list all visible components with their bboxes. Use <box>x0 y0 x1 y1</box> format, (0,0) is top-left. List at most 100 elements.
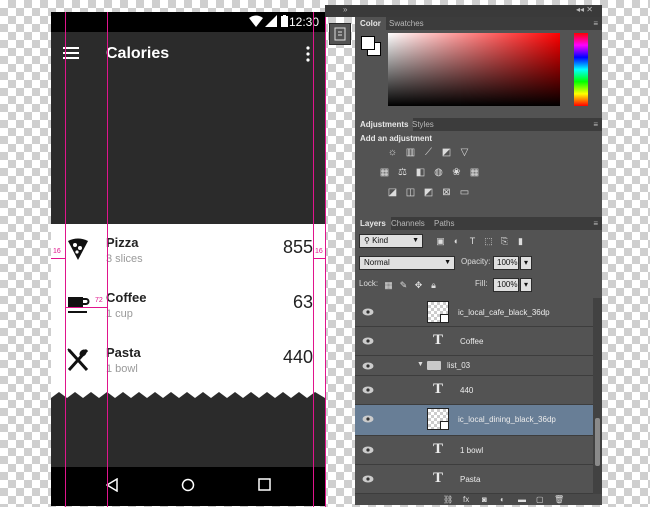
text-layer-icon: T <box>433 332 444 348</box>
eye-icon[interactable] <box>362 446 374 454</box>
list-item[interactable]: Pizza 3 slices 855 <box>51 224 325 279</box>
hue-slider[interactable] <box>574 33 588 106</box>
home-icon[interactable] <box>181 478 195 492</box>
color-lookup-icon[interactable]: ▦ <box>469 167 480 178</box>
battery-icon <box>281 15 288 27</box>
filter-type-icon[interactable]: T <box>467 235 478 247</box>
tab-color[interactable]: Color <box>355 17 386 30</box>
signal-icon <box>265 15 277 27</box>
layer-thumbnail <box>427 301 449 323</box>
curves-icon[interactable]: ⟋ <box>423 147 434 158</box>
lock-all-icon[interactable]: 🔒︎ <box>428 279 439 291</box>
opacity-label: Opacity: <box>461 257 491 266</box>
panel-menu-icon[interactable]: ≡ <box>593 219 598 228</box>
layer-row[interactable]: T Coffee <box>355 327 593 356</box>
color-balance-icon[interactable]: ⚖ <box>397 167 408 178</box>
tab-styles[interactable]: Styles <box>407 118 439 131</box>
layer-row-selected[interactable]: ic_local_dining_black_36dp <box>355 405 593 436</box>
tab-channels[interactable]: Channels <box>386 217 430 230</box>
guide-label: 16 <box>53 248 61 255</box>
layer-name: Pasta <box>460 475 481 484</box>
eye-icon[interactable] <box>362 475 374 483</box>
vibrance-icon[interactable]: ▽ <box>459 147 470 158</box>
panel-stack: Color Swatches ≡ Adjustments Styles ≡ Ad… <box>355 17 602 505</box>
tab-paths[interactable]: Paths <box>429 217 459 230</box>
new-adjustment-icon[interactable]: ◐ <box>500 494 505 505</box>
scrollbar-thumb[interactable] <box>595 418 600 466</box>
layer-name: 440 <box>460 386 474 395</box>
collapse-dock-button[interactable]: » <box>343 5 347 14</box>
photo-filter-icon[interactable]: ◍ <box>433 167 444 178</box>
filter-pixel-icon[interactable]: ▣ <box>435 235 446 247</box>
search-icon: ⚲ <box>364 236 373 245</box>
lock-position-icon[interactable]: ✥ <box>413 279 424 291</box>
filter-toggle-icon[interactable]: ▮ <box>515 235 526 247</box>
layer-row[interactable]: T 440 <box>355 376 593 405</box>
link-layers-icon[interactable]: ⛓ <box>443 494 453 505</box>
layer-row[interactable]: T 1 bowl <box>355 436 593 465</box>
layer-row[interactable]: ic_local_cafe_black_36dp <box>355 298 593 327</box>
folder-icon <box>427 361 441 370</box>
lock-image-icon[interactable]: ✎ <box>398 279 409 291</box>
exposure-icon[interactable]: ◩ <box>441 147 452 158</box>
blend-mode-select[interactable]: Normal ▼ <box>359 256 455 270</box>
chevron-down-icon[interactable]: ▼ <box>417 361 424 368</box>
adjustments-heading: Add an adjustment <box>360 134 433 143</box>
new-group-icon[interactable]: ▬ <box>518 494 526 505</box>
filter-kind-select[interactable]: ⚲ Kind ▼ <box>359 234 423 248</box>
color-picker-field[interactable] <box>388 33 560 106</box>
phone-mockup: 12:30 Calories Pizza 3 slices 855 Coffee… <box>51 12 325 506</box>
threshold-icon[interactable]: ◩ <box>423 187 434 198</box>
text-layer-icon: T <box>433 470 444 486</box>
invert-icon[interactable]: ◪ <box>387 187 398 198</box>
opacity-slider-button[interactable]: ▾ <box>520 256 532 270</box>
eye-icon[interactable] <box>362 308 374 316</box>
eye-icon[interactable] <box>362 415 374 423</box>
layer-group-row[interactable]: ▼ list_03 <box>355 356 593 376</box>
black-white-icon[interactable]: ◧ <box>415 167 426 178</box>
brightness-icon[interactable]: ☼ <box>387 147 398 158</box>
history-button[interactable] <box>329 23 351 45</box>
item-name: Coffee <box>106 290 147 305</box>
list-item[interactable]: Pasta 1 bowl 440 <box>51 334 325 389</box>
panel-menu-icon[interactable]: ≡ <box>593 19 598 28</box>
panel-menu-icon[interactable]: ≡ <box>593 120 598 129</box>
filter-smart-object-icon[interactable]: ⎘ <box>499 235 510 247</box>
fill-input[interactable]: 100% <box>493 278 519 292</box>
item-portion: 3 slices <box>106 253 143 265</box>
fill-slider-button[interactable]: ▾ <box>520 278 532 292</box>
history-icon <box>334 27 346 41</box>
item-name: Pizza <box>106 235 139 250</box>
foreground-color-swatch[interactable] <box>361 36 375 50</box>
filter-adjustment-icon[interactable]: ◐ <box>451 235 462 247</box>
layer-list-scrollbar[interactable] <box>593 298 602 494</box>
dock-controls[interactable]: ◂◂ ✕ <box>576 5 593 14</box>
eye-icon[interactable] <box>362 362 374 370</box>
posterize-icon[interactable]: ◫ <box>405 187 416 198</box>
layer-row[interactable]: T Pasta <box>355 465 593 494</box>
coffee-cup-icon <box>68 297 90 313</box>
gradient-map-icon[interactable]: ▭ <box>459 187 470 198</box>
tab-swatches[interactable]: Swatches <box>384 17 429 30</box>
filter-shape-icon[interactable]: ⬚ <box>483 235 494 247</box>
lock-label: Lock: <box>359 279 379 288</box>
recents-icon[interactable] <box>258 478 271 491</box>
selective-color-icon[interactable]: ⊠ <box>441 187 452 198</box>
opacity-input[interactable]: 100% <box>493 256 519 270</box>
tool-strip <box>325 17 355 505</box>
hue-saturation-icon[interactable]: ▦ <box>379 167 390 178</box>
layer-effects-icon[interactable]: fx <box>463 494 469 505</box>
eye-icon[interactable] <box>362 337 374 345</box>
hero-area <box>51 76 325 224</box>
eye-icon[interactable] <box>362 386 374 394</box>
layer-filter-row: ⚲ Kind ▼ ▣ ◐ T ⬚ ⎘ ▮ <box>355 231 602 251</box>
new-layer-icon[interactable]: ▢ <box>536 494 544 505</box>
more-vert-icon[interactable] <box>305 46 311 62</box>
levels-icon[interactable]: ▥ <box>405 147 416 158</box>
add-mask-icon[interactable]: ◙ <box>482 494 487 505</box>
channel-mixer-icon[interactable]: ❀ <box>451 167 462 178</box>
delete-layer-icon[interactable]: 🗑︎ <box>554 494 564 505</box>
tab-adjustments[interactable]: Adjustments <box>355 118 414 131</box>
lock-transparent-icon[interactable]: ▦ <box>383 279 394 291</box>
clock: 12:30 <box>288 15 319 29</box>
